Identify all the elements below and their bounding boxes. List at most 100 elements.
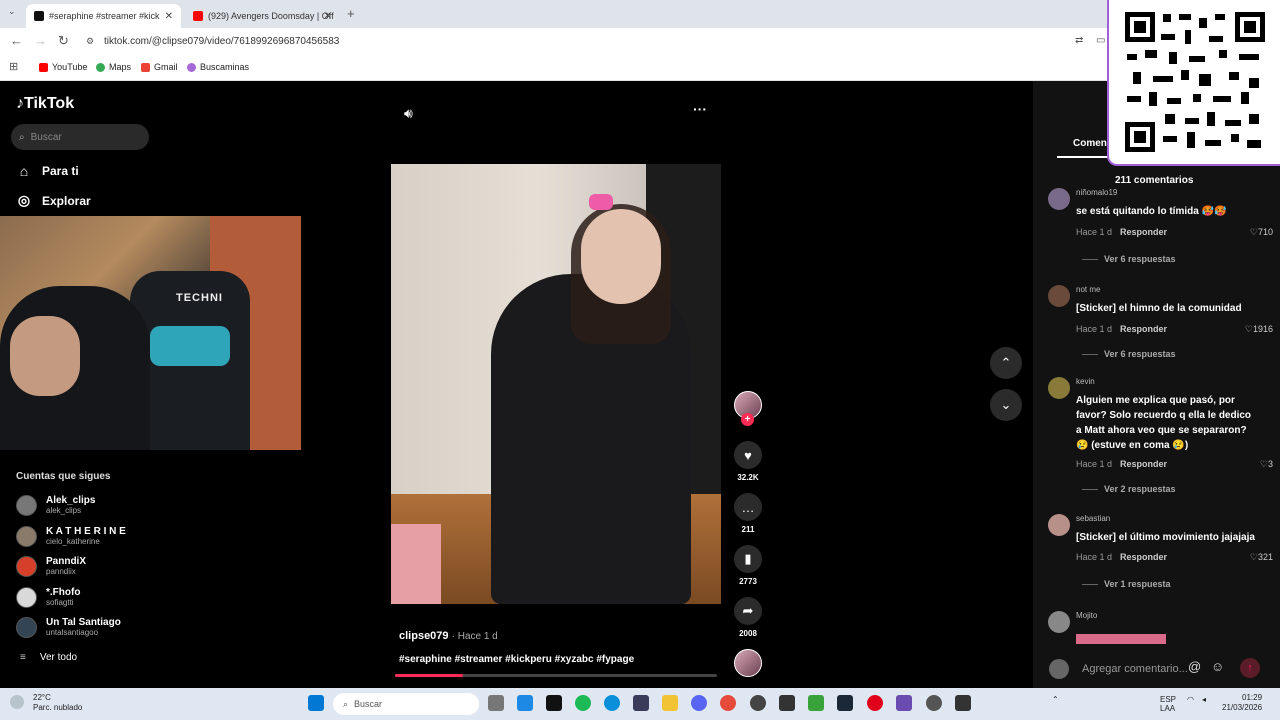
chrome-icon[interactable]	[720, 695, 736, 711]
following-account[interactable]: Un Tal Santiago untalsantiagoo	[16, 614, 121, 640]
share-button[interactable]: ➦ 2008	[733, 597, 763, 638]
tab-label: #seraphine #streamer #kick	[49, 11, 160, 21]
cast-icon[interactable]: ▭	[1096, 35, 1105, 46]
bookmark-maps[interactable]: Maps	[96, 62, 131, 72]
reply-button[interactable]: Responder	[1120, 459, 1167, 469]
spotify-icon[interactable]	[575, 695, 591, 711]
reply-button[interactable]: Responder	[1120, 227, 1167, 237]
avatar	[16, 494, 37, 516]
music-disc-icon	[734, 649, 762, 677]
comment-like-button[interactable]: ♡3	[1260, 459, 1273, 470]
app-icon[interactable]	[517, 695, 533, 711]
comment-like-button[interactable]: ♡321	[1250, 552, 1273, 563]
avatar[interactable]	[1048, 611, 1070, 633]
emoji-icon[interactable]: ☺	[1211, 659, 1224, 674]
qr-code-overlay	[1107, 0, 1280, 166]
file-explorer-icon[interactable]	[662, 695, 678, 711]
mention-icon[interactable]: @	[1188, 659, 1201, 674]
tab-youtube[interactable]: (929) Avengers Doomsday | Off ✕	[185, 4, 340, 28]
bookmark-gmail[interactable]: Gmail	[141, 62, 178, 72]
hashtags[interactable]: #seraphine #streamer #kickperu #xyzabc #…	[399, 654, 634, 665]
search-input[interactable]: ⌕ Buscar	[11, 124, 149, 150]
following-account[interactable]: PanndiX panndiix	[16, 553, 86, 579]
heart-outline-icon: ♡	[1244, 324, 1253, 334]
next-video-button[interactable]: ⌄	[990, 389, 1022, 421]
reply-button[interactable]: Responder	[1120, 324, 1167, 334]
back-icon[interactable]: ←	[10, 33, 23, 48]
app-icon[interactable]	[750, 695, 766, 711]
minecraft-icon[interactable]	[808, 695, 824, 711]
weather-widget[interactable]: 22°C Parc. nublado	[33, 693, 82, 713]
avatar[interactable]	[1048, 188, 1070, 210]
app-icon[interactable]	[896, 695, 912, 711]
view-replies-button[interactable]: Ver 6 respuestas	[1082, 254, 1176, 264]
following-account[interactable]: *.Fhofo sofiagtti	[16, 584, 80, 610]
new-tab-icon[interactable]: +	[347, 6, 355, 21]
taskbar-search[interactable]: ⌕ Buscar	[333, 693, 479, 715]
comment-like-button[interactable]: ♡1916	[1245, 324, 1273, 335]
avatar[interactable]	[1048, 377, 1070, 399]
bookmark-buscaminas[interactable]: Buscaminas	[187, 62, 249, 72]
previous-video-button[interactable]: ⌃	[990, 347, 1022, 379]
apps-grid-icon[interactable]: ⊞	[9, 60, 18, 73]
following-account[interactable]: K A T H E R I N Ecielo_katherine	[16, 523, 126, 549]
translate-icon[interactable]: ⇄	[1075, 35, 1083, 46]
chevron-up-icon[interactable]: ⌃	[1052, 695, 1059, 704]
app-icon[interactable]	[926, 695, 942, 711]
tab-search-icon[interactable]: ⌄	[8, 6, 16, 17]
tiktok-icon[interactable]	[546, 695, 562, 711]
tab-comments[interactable]: Comen	[1073, 138, 1107, 149]
address-bar[interactable]: tiktok.com/@clipse079/video/761899269687…	[104, 36, 339, 47]
tab-tiktok[interactable]: #seraphine #streamer #kick ✕	[26, 4, 181, 28]
following-account[interactable]: Alek_clips alek_clips	[16, 492, 95, 518]
reload-icon[interactable]: ↻	[58, 33, 69, 49]
like-button[interactable]: ♥ 32.2K	[733, 441, 763, 482]
site-info-icon[interactable]: ⚙	[86, 36, 94, 47]
view-replies-button[interactable]: Ver 2 respuestas	[1082, 484, 1176, 494]
comment-like-button[interactable]: ♡710	[1250, 227, 1273, 238]
bookmark-youtube[interactable]: YouTube	[39, 62, 87, 72]
see-all-button[interactable]: ≡ Ver todo	[20, 652, 77, 663]
discord-icon[interactable]	[691, 695, 707, 711]
wifi-icon[interactable]: ◠	[1187, 695, 1194, 704]
comment-button[interactable]: … 211	[733, 493, 763, 534]
view-replies-button[interactable]: Ver 1 respuesta	[1082, 579, 1171, 589]
store-icon[interactable]	[633, 695, 649, 711]
close-icon[interactable]: ✕	[165, 11, 173, 22]
video-progress-bar[interactable]	[395, 674, 717, 677]
follow-plus-icon[interactable]: +	[741, 413, 754, 426]
following-title: Cuentas que sigues	[16, 471, 111, 482]
reply-button[interactable]: Responder	[1120, 552, 1167, 562]
tiktok-logo[interactable]: ♪TikTok	[16, 95, 74, 113]
creator-avatar-button[interactable]: +	[733, 391, 763, 427]
app-icon[interactable]	[955, 695, 971, 711]
clock[interactable]: 01:29 21/03/2026	[1222, 693, 1262, 713]
avatar[interactable]	[1048, 285, 1070, 307]
close-icon[interactable]: ✕	[324, 11, 332, 22]
chair-brand: TECHNI	[176, 292, 223, 304]
heart-outline-icon: ♡	[1249, 227, 1258, 237]
view-replies-button[interactable]: Ver 6 respuestas	[1082, 349, 1176, 359]
nav-para-ti[interactable]: ⌂ Para ti	[16, 163, 79, 179]
steam-icon[interactable]	[837, 695, 853, 711]
avatar[interactable]	[1048, 514, 1070, 536]
volume-icon[interactable]: 🔊︎	[404, 105, 413, 122]
start-icon[interactable]	[308, 695, 324, 711]
add-comment-input[interactable]: Agregar comentario...	[1076, 657, 1232, 681]
video-player[interactable]	[391, 164, 721, 604]
nav-explorar[interactable]: ◎ Explorar	[16, 192, 91, 209]
forward-icon[interactable]: →	[34, 33, 47, 48]
save-button[interactable]: ▮ 2773	[733, 545, 763, 586]
more-icon[interactable]: ···	[693, 101, 707, 117]
app-icon[interactable]	[779, 695, 795, 711]
post-comment-button[interactable]: ↑	[1240, 658, 1260, 678]
language-indicator[interactable]: ESP LAA	[1160, 695, 1176, 713]
tiktok-app: ♪TikTok ⌕ Buscar ⌂ Para ti ◎ Explorar TE…	[0, 81, 1280, 688]
music-disc-button[interactable]	[733, 649, 763, 677]
task-view-icon[interactable]	[488, 695, 504, 711]
username-link[interactable]: clipse079	[399, 630, 449, 642]
avatar	[1049, 659, 1069, 679]
edge-icon[interactable]	[604, 695, 620, 711]
volume-icon[interactable]: ◂	[1202, 695, 1206, 704]
opera-icon[interactable]	[867, 695, 883, 711]
